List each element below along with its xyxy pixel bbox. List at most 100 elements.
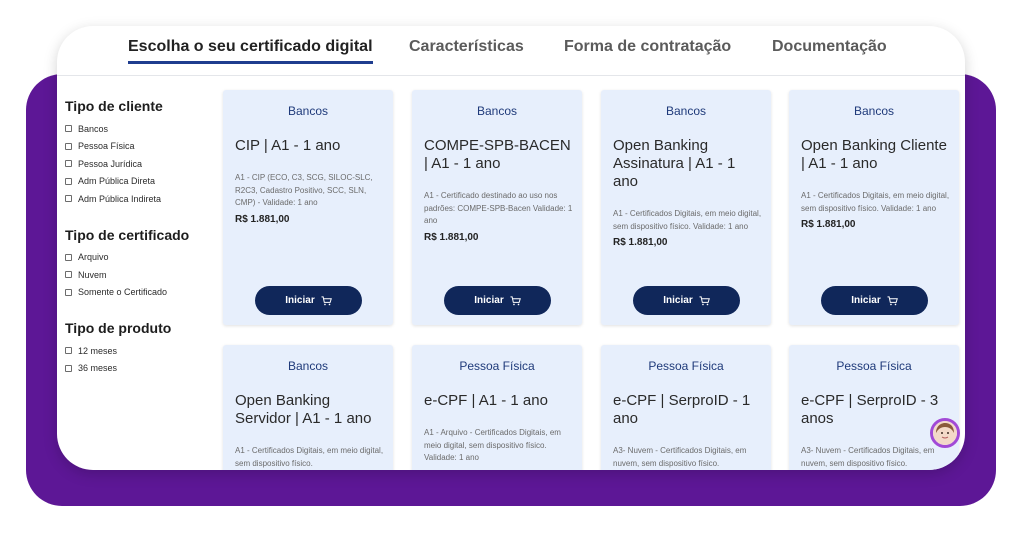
filter-option-pessoa-fisica[interactable]: Pessoa Física (65, 138, 215, 156)
card-description: A1 - CIP (ECO, C3, SCG, SILOC-SLC, R2C3,… (235, 173, 373, 207)
checkbox[interactable] (65, 177, 72, 185)
card-price: R$ 1.881,00 (801, 219, 856, 230)
card-description: A1 - Arquivo - Certificados Digitais, em… (424, 428, 561, 462)
card-price: R$ 1.881,00 (424, 231, 479, 243)
card-description: A1 - Certificados Digitais, em meio digi… (235, 446, 384, 468)
checkbox[interactable] (65, 160, 72, 168)
filter-option-12-meses[interactable]: 12 meses (65, 342, 215, 360)
filter-option-label: 36 meses (78, 363, 118, 374)
checkbox[interactable] (65, 364, 72, 372)
filter-option-nuvem[interactable]: Nuvem (65, 266, 215, 284)
filter-title: Tipo de produto (65, 320, 172, 336)
filter-option-label: Bancos (78, 123, 109, 134)
start-button-label: Iniciar (663, 295, 693, 306)
product-card: Pessoa Física e-CPF | A1 - 1 ano A1 - Ar… (412, 345, 582, 470)
start-button[interactable]: Iniciar (255, 286, 362, 315)
card-description: A3- Nuvem - Certificados Digitais, em nu… (801, 446, 935, 468)
card-category: Bancos (665, 104, 707, 118)
product-card: Bancos Open Banking Assinatura | A1 - 1 … (601, 90, 771, 325)
card-title: e-CPF | SerproID - 1 ano (613, 392, 751, 427)
start-button[interactable]: Iniciar (821, 286, 928, 315)
tab-documentation[interactable]: Documentação (772, 38, 887, 56)
checkbox[interactable] (65, 125, 72, 133)
checkbox[interactable] (65, 271, 72, 279)
filter-option-adm-direta[interactable]: Adm Pública Direta (65, 173, 215, 191)
avatar-face-icon (933, 421, 957, 445)
card-body: A3- Nuvem - Certificados Digitais, em nu… (613, 445, 763, 470)
card-description: A1 - Certificados Digitais, em meio digi… (613, 209, 762, 231)
product-card: Bancos Open Banking Servidor | A1 - 1 an… (223, 345, 393, 470)
card-category: Bancos (287, 104, 329, 118)
start-button[interactable]: Iniciar (633, 286, 740, 315)
filter-option-adm-indireta[interactable]: Adm Pública Indireta (65, 190, 215, 208)
filter-option-label: Nuvem (78, 269, 107, 280)
filter-option-label: Adm Pública Indireta (78, 193, 162, 204)
filter-option-bancos[interactable]: Bancos (65, 120, 215, 138)
card-body: A1 - Certificados Digitais, em meio digi… (235, 445, 385, 470)
card-price: R$ 1.881,00 (235, 213, 290, 225)
filter-group-client-type: Tipo de cliente Bancos Pessoa Física Pes… (65, 98, 215, 208)
product-card: Bancos CIP | A1 - 1 ano A1 - CIP (ECO, C… (223, 90, 393, 325)
checkbox[interactable] (65, 347, 72, 355)
card-body: A1 - Arquivo - Certificados Digitais, em… (424, 427, 574, 465)
card-title: Open Banking Cliente | A1 - 1 ano (801, 137, 947, 172)
card-body: A3- Nuvem - Certificados Digitais, em nu… (801, 445, 951, 470)
card-price: R$ 1.881,00 (613, 237, 668, 248)
card-title: e-CPF | SerproID - 3 anos (801, 392, 939, 427)
filter-option-label: Pessoa Jurídica (78, 158, 143, 169)
card-description: A1 - Certificado destinado ao uso nos pa… (424, 191, 573, 225)
product-card: Pessoa Física e-CPF | SerproID - 3 anos … (789, 345, 959, 470)
card-category: Bancos (853, 104, 895, 118)
filter-option-36-meses[interactable]: 36 meses (65, 360, 215, 378)
card-category: Bancos (476, 104, 518, 118)
filter-option-label: 12 meses (78, 345, 118, 356)
cart-icon (321, 295, 332, 305)
card-category: Bancos (287, 359, 329, 373)
start-button-label: Iniciar (285, 295, 315, 306)
cart-icon (510, 295, 521, 305)
filter-option-label: Adm Pública Direta (78, 176, 156, 187)
tab-choose-certificate[interactable]: Escolha o seu certificado digital (128, 38, 373, 64)
filter-group-certificate-type: Tipo de certificado Arquivo Nuvem Soment… (65, 227, 215, 302)
start-button-label: Iniciar (851, 295, 881, 306)
card-title: Open Banking Servidor | A1 - 1 ano (235, 392, 372, 427)
filter-title: Tipo de cliente (65, 98, 163, 114)
filter-option-label: Somente o Certificado (78, 287, 168, 298)
card-category: Pessoa Física (459, 359, 535, 373)
filter-option-arquivo[interactable]: Arquivo (65, 249, 215, 267)
chat-avatar-icon[interactable] (930, 418, 960, 448)
card-description: A3- Nuvem - Certificados Digitais, em nu… (613, 446, 747, 468)
cart-icon (887, 295, 898, 305)
start-button-label: Iniciar (474, 295, 504, 306)
checkbox[interactable] (65, 195, 72, 203)
checkbox[interactable] (65, 288, 72, 296)
browser-window: Escolha o seu certificado digital Caract… (57, 26, 965, 470)
card-title: CIP | A1 - 1 ano (235, 137, 341, 154)
tab-contracting[interactable]: Forma de contratação (564, 38, 731, 56)
filter-option-label: Arquivo (78, 252, 109, 263)
filter-title: Tipo de certificado (65, 226, 190, 243)
card-title: Open Banking Assinatura | A1 - 1 ano (613, 137, 736, 190)
start-button[interactable]: Iniciar (444, 286, 551, 315)
card-body: A1 - CIP (ECO, C3, SCG, SILOC-SLC, R2C3,… (235, 172, 385, 225)
card-body: A1 - Certificados Digitais, em meio digi… (613, 208, 763, 248)
card-body: A1 - Certificados Digitais, em meio digi… (801, 190, 951, 230)
filters-sidebar: Tipo de cliente Bancos Pessoa Física Pes… (65, 98, 215, 396)
card-body: A1 - Certificado destinado ao uso nos pa… (424, 190, 574, 243)
card-category: Pessoa Física (648, 359, 724, 373)
tab-characteristics[interactable]: Características (409, 38, 524, 56)
filter-option-pessoa-juridica[interactable]: Pessoa Jurídica (65, 155, 215, 173)
product-card: Bancos Open Banking Cliente | A1 - 1 ano… (789, 90, 959, 325)
cart-icon (699, 295, 710, 305)
filter-group-product-type: Tipo de produto 12 meses 36 meses (65, 320, 215, 377)
product-card: Bancos COMPE-SPB-BACEN | A1 - 1 ano A1 -… (412, 90, 582, 325)
card-description: A1 - Certificados Digitais, em meio digi… (801, 191, 950, 213)
card-title: e-CPF | A1 - 1 ano (424, 392, 548, 409)
filter-option-somente-certificado[interactable]: Somente o Certificado (65, 284, 215, 302)
filter-option-label: Pessoa Física (78, 141, 135, 152)
tab-bar: Escolha o seu certificado digital Caract… (57, 26, 965, 76)
checkbox[interactable] (65, 253, 72, 261)
product-card: Pessoa Física e-CPF | SerproID - 1 ano A… (601, 345, 771, 470)
checkbox[interactable] (65, 142, 72, 150)
card-title: COMPE-SPB-BACEN | A1 - 1 ano (424, 137, 571, 172)
